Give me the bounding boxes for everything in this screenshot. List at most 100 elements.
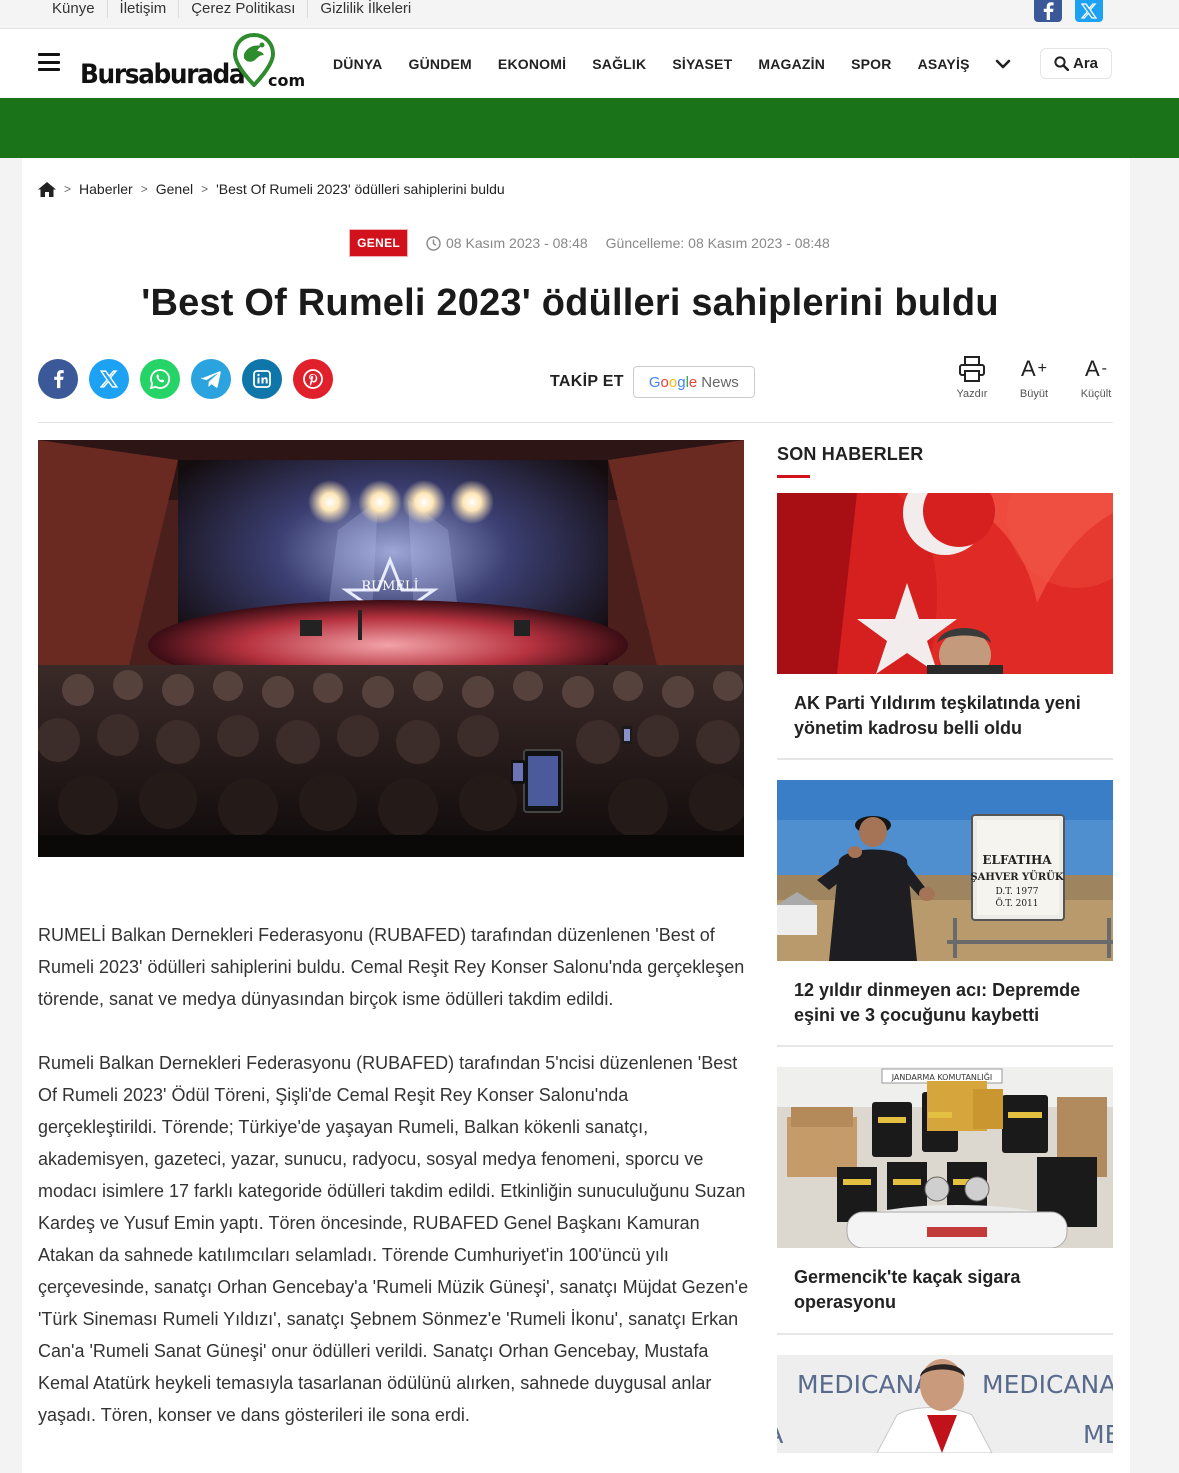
nav-gundem[interactable]: GÜNDEM — [396, 56, 485, 72]
article-paragraph: RUMELİ Balkan Dernekleri Federasyonu (RU… — [38, 925, 745, 1009]
font-increase-label: Büyüt — [1019, 388, 1049, 400]
breadcrumb-separator: > — [201, 182, 209, 196]
article-meta: GENEL 08 Kasım 2023 - 08:48 Güncelleme: … — [0, 229, 1179, 257]
share-x-button[interactable] — [89, 359, 129, 399]
news-card-image[interactable] — [777, 493, 1113, 674]
publish-date: 08 Kasım 2023 - 08:48 — [426, 235, 588, 251]
share-facebook-button[interactable] — [38, 359, 78, 399]
banner-text: JANDARMA KOMUTANLIĞI — [891, 1071, 993, 1082]
news-card[interactable]: ELFATIHA ŞAHVER YÜRÜK D.T. 1977 Ö.T. 201… — [777, 780, 1113, 1028]
card-separator — [777, 758, 1113, 760]
nav-asayis[interactable]: ASAYİŞ — [905, 56, 983, 72]
sign-line-2: ŞAHVER YÜRÜK — [970, 870, 1063, 883]
top-link-iletisim[interactable]: İletişim — [108, 0, 180, 18]
article-title: 'Best Of Rumeli 2023' ödülleri sahipleri… — [141, 282, 999, 324]
card-separator — [777, 1333, 1113, 1335]
nav-siyaset[interactable]: SİYASET — [659, 56, 745, 72]
top-social — [1034, 0, 1103, 22]
news-card-image[interactable]: ELFATIHA ŞAHVER YÜRÜK D.T. 1977 Ö.T. 201… — [777, 780, 1113, 961]
share-pinterest-button[interactable] — [293, 359, 333, 399]
ad-text-left: MEDICANA — [797, 1370, 931, 1399]
pinterest-icon — [303, 369, 323, 389]
facebook-icon — [53, 370, 64, 389]
search-icon — [1054, 56, 1069, 71]
logo-suffix: com — [268, 71, 306, 90]
breadcrumb-separator: > — [140, 182, 148, 196]
menu-icon[interactable] — [38, 53, 60, 71]
site-header: Bursaburada com DÜNYA GÜNDEM EKONOMİ SAĞ… — [0, 29, 1179, 98]
follow-section: TAKİP ET Google News — [550, 366, 755, 398]
top-link-gizlilik[interactable]: Gizlilik İlkeleri — [308, 0, 423, 18]
news-card-title[interactable]: AK Parti Yıldırım teşkilatında yeni yöne… — [777, 674, 1113, 741]
google-news-button[interactable]: Google News — [632, 366, 755, 398]
nav-saglik[interactable]: SAĞLIK — [579, 56, 659, 72]
google-wordmark: Google — [648, 373, 698, 391]
sign-line-3: D.T. 1977 — [995, 887, 1038, 897]
share-buttons — [38, 359, 333, 399]
news-card-title[interactable]: 12 yıldır dinmeyen acı: Depremde eşini v… — [777, 961, 1113, 1028]
telegram-icon — [201, 371, 221, 388]
sidebar-title: SON HABERLER — [777, 444, 924, 464]
breadcrumb-haberler[interactable]: Haberler — [79, 181, 133, 197]
breadcrumb-current: 'Best Of Rumeli 2023' ödülleri sahipleri… — [216, 181, 505, 197]
home-icon[interactable] — [38, 181, 56, 197]
clock-icon — [426, 235, 441, 251]
search-label: Ara — [1072, 55, 1098, 72]
logo-text: Bursaburada — [80, 59, 246, 90]
article-body: RUMELİ Balkan Dernekleri Federasyonu (RU… — [38, 919, 750, 1463]
follow-label: TAKİP ET — [550, 373, 624, 390]
article-hero-image: RUMELİ — [38, 440, 744, 857]
advertisement-image[interactable]: MEDICANA MEDICANA MEDICANA MEDICANA — [777, 1355, 1113, 1453]
article-paragraph: Rumeli Balkan Dernekleri Federasyonu (RU… — [38, 1053, 749, 1425]
news-card-image[interactable]: JANDARMA KOMUTANLIĞI — [777, 1067, 1113, 1248]
publish-date-text: 08 Kasım 2023 - 08:48 — [446, 235, 588, 251]
top-links: Künye İletişim Çerez Politikası Gizlilik… — [40, 0, 423, 18]
page-gutter-left — [0, 158, 22, 1473]
news-card-title[interactable]: Germencik'te kaçak sigara operasyonu — [777, 1248, 1113, 1315]
breadcrumb-separator: > — [64, 182, 72, 196]
chevron-down-icon[interactable] — [989, 50, 1017, 78]
nav-magazin[interactable]: MAGAZİN — [745, 56, 838, 72]
top-link-cerez[interactable]: Çerez Politikası — [179, 0, 309, 18]
top-utility-bar: Künye İletişim Çerez Politikası Gizlilik… — [0, 0, 1179, 29]
ad-text-right: MEDICANA — [982, 1370, 1113, 1399]
font-increase-sign: + — [1037, 360, 1048, 377]
share-telegram-button[interactable] — [191, 359, 231, 399]
hero-stage-text: RUMELİ — [361, 577, 418, 594]
top-link-kunye[interactable]: Künye — [40, 0, 108, 18]
whatsapp-icon — [149, 369, 171, 390]
font-decrease-label: Küçült — [1080, 388, 1112, 400]
facebook-icon[interactable] — [1034, 0, 1062, 22]
printer-icon — [959, 356, 985, 382]
nav-ekonomi[interactable]: EKONOMİ — [485, 56, 579, 72]
main-nav: DÜNYA GÜNDEM EKONOMİ SAĞLIK SİYASET MAGA… — [320, 29, 1017, 98]
share-linkedin-button[interactable] — [242, 359, 282, 399]
header-divider — [38, 422, 1113, 423]
font-decrease-button[interactable]: A- Küçült — [1074, 352, 1118, 400]
breadcrumb: > Haberler > Genel > 'Best Of Rumeli 202… — [38, 181, 505, 197]
category-badge[interactable]: GENEL — [349, 229, 409, 257]
advertisement-card[interactable]: MEDICANA MEDICANA MEDICANA MEDICANA — [777, 1355, 1113, 1453]
sidebar-title-underline — [777, 475, 810, 478]
updated-date: Güncelleme: 08 Kasım 2023 - 08:48 — [605, 235, 830, 251]
card-separator — [777, 1045, 1113, 1047]
search-button[interactable]: Ara — [1040, 48, 1112, 79]
font-decrease-icon: A — [1084, 356, 1100, 381]
news-card[interactable]: JANDARMA KOMUTANLIĞI Germencik'te kaçak … — [777, 1067, 1113, 1315]
print-label: Yazdır — [956, 388, 988, 400]
news-card[interactable]: AK Parti Yıldırım teşkilatında yeni yöne… — [777, 493, 1113, 741]
print-button[interactable]: Yazdır — [950, 352, 994, 400]
site-logo[interactable]: Bursaburada com — [78, 33, 308, 93]
ad-text-bottom-right: MEDICANA — [1083, 1420, 1113, 1449]
x-icon — [100, 370, 118, 388]
font-increase-icon: A — [1020, 356, 1036, 381]
x-icon[interactable] — [1075, 0, 1103, 22]
sign-line-4: Ö.T. 2011 — [995, 897, 1038, 909]
nav-dunya[interactable]: DÜNYA — [320, 56, 396, 72]
share-whatsapp-button[interactable] — [140, 359, 180, 399]
latest-news-sidebar: SON HABERLER AK Parti Yıldırım teşkilatı… — [777, 440, 1113, 1453]
nav-spor[interactable]: SPOR — [838, 56, 904, 72]
font-decrease-sign: - — [1101, 360, 1107, 377]
font-increase-button[interactable]: A + Büyüt — [1012, 352, 1056, 400]
breadcrumb-genel[interactable]: Genel — [156, 181, 193, 197]
